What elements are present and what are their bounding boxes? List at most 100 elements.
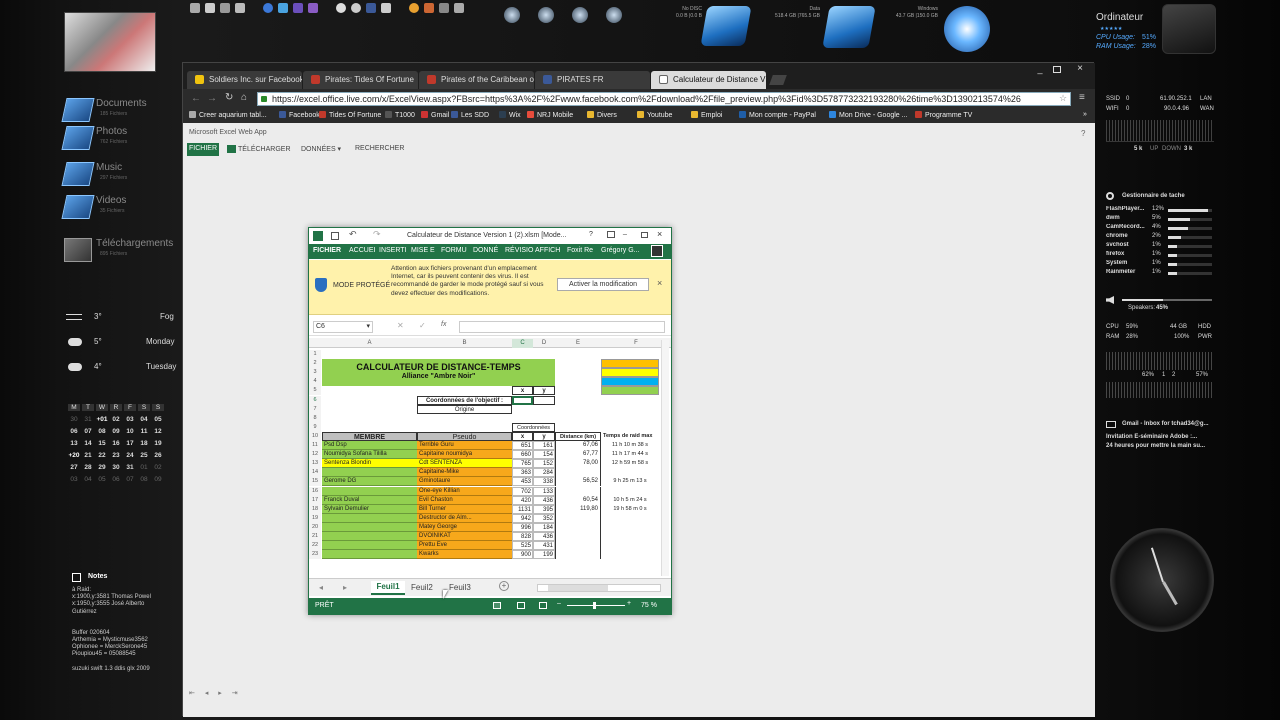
calendar-day[interactable]: 17 <box>124 440 136 447</box>
more-bookmarks-icon[interactable]: » <box>1083 111 1087 118</box>
library-photos[interactable]: Photos 762 Fichiers <box>60 124 178 156</box>
help-icon[interactable]: ? <box>1081 129 1085 138</box>
browser-tab[interactable]: Soldiers Inc. sur Facebook <box>187 71 302 89</box>
raid-time[interactable] <box>601 514 659 523</box>
first-page-icon[interactable]: ⇤ <box>189 690 195 697</box>
calendar-day[interactable]: 22 <box>96 452 108 459</box>
speakers-widget[interactable]: Speakers: 45% <box>1106 296 1214 314</box>
search-button[interactable]: RECHERCHER <box>355 145 404 152</box>
app-icon[interactable] <box>293 3 303 13</box>
maximize-icon[interactable] <box>641 232 648 238</box>
back-icon[interactable]: ← <box>191 93 201 104</box>
pseudo-name[interactable]: Gminotaure <box>417 477 512 487</box>
calendar-day[interactable]: 05 <box>152 416 164 423</box>
pseudo-name[interactable]: One-eye Killian <box>417 486 512 496</box>
normal-view-icon[interactable] <box>493 602 501 609</box>
app-icon[interactable] <box>235 3 245 13</box>
selected-cell-c6[interactable] <box>512 395 533 405</box>
y-value[interactable]: 395 <box>533 504 555 514</box>
launcher-icons[interactable] <box>190 3 470 15</box>
function-icon[interactable]: fx <box>441 321 446 328</box>
distance-value[interactable] <box>555 513 601 523</box>
y-value[interactable]: 436 <box>533 495 555 505</box>
row-header[interactable]: 21 <box>309 532 321 541</box>
calendar-day[interactable]: 06 <box>110 476 122 483</box>
minimize-icon[interactable]: _ <box>623 228 627 235</box>
close-button[interactable]: × <box>1073 63 1087 75</box>
calendar-day[interactable]: 02 <box>110 416 122 423</box>
app-icon[interactable] <box>263 3 273 13</box>
calendar-day[interactable]: +20 <box>68 452 80 459</box>
zoom-slider[interactable] <box>567 602 625 609</box>
calendar-day[interactable]: 11 <box>138 428 150 435</box>
x-value[interactable]: 765 <box>512 459 533 469</box>
computer-icon[interactable] <box>1162 4 1216 54</box>
library-music[interactable]: Music 297 Fichiers <box>60 160 178 192</box>
volume-slider[interactable] <box>1122 299 1212 301</box>
row-header[interactable]: 7 <box>309 404 321 414</box>
row-header[interactable]: 19 <box>309 513 321 523</box>
drive-no-disc[interactable]: No DISC 0.0 B |0.0 B <box>650 6 752 54</box>
horizontal-scrollbar[interactable] <box>537 584 661 592</box>
x-value[interactable]: 702 <box>512 486 533 496</box>
row-header[interactable]: 9 <box>309 422 321 432</box>
calendar-day[interactable]: 29 <box>96 464 108 471</box>
app-icon[interactable] <box>439 3 449 13</box>
row-header[interactable]: 1 <box>309 350 321 359</box>
library-downloads[interactable]: Téléchargements 895 Fichiers <box>60 236 178 268</box>
user-photo[interactable] <box>64 12 156 72</box>
calendar-day[interactable]: 25 <box>138 452 150 459</box>
calendar-day[interactable]: 31 <box>82 416 94 423</box>
raid-time[interactable]: 11 h 17 m 44 s <box>601 450 659 459</box>
calendar-day[interactable]: 31 <box>124 464 136 471</box>
member-name[interactable]: Sylvain Demulier <box>322 504 417 514</box>
member-name[interactable]: Noumidya Sofana Tililla <box>322 450 417 460</box>
calendar-day[interactable]: 30 <box>110 464 122 471</box>
app-icon[interactable] <box>454 3 464 13</box>
dock-icon[interactable] <box>538 7 554 23</box>
ribbon-tab[interactable]: ACCUEI <box>349 247 375 254</box>
member-name[interactable] <box>322 550 417 560</box>
app-icon[interactable] <box>409 3 419 13</box>
app-icon[interactable] <box>205 3 215 13</box>
column-header[interactable]: B <box>417 339 512 348</box>
calendar-day[interactable]: 16 <box>110 440 122 447</box>
x-value[interactable]: 660 <box>512 450 533 460</box>
ribbon-tab[interactable]: MISE E <box>411 247 435 254</box>
facebook-icon[interactable] <box>366 3 376 13</box>
y-value[interactable]: 199 <box>533 550 555 560</box>
distance-value[interactable]: 78,00 <box>555 459 601 469</box>
fichier-tab[interactable]: FICHIER <box>187 143 219 156</box>
x-value[interactable]: 900 <box>512 550 533 560</box>
app-icon[interactable] <box>278 3 288 13</box>
calendar-day[interactable]: 12 <box>152 428 164 435</box>
row-header[interactable]: 10 <box>309 431 321 441</box>
pseudo-name[interactable]: Kwarks <box>417 550 512 560</box>
member-name[interactable]: Sentenza Blondin <box>322 459 417 469</box>
member-name[interactable] <box>322 513 417 523</box>
y-value[interactable]: 436 <box>533 532 555 541</box>
ribbon-tab[interactable]: AFFICH <box>535 247 560 254</box>
ribbon-tab[interactable]: Foxit Re <box>567 247 593 254</box>
y-value[interactable]: 338 <box>533 477 555 487</box>
page-layout-icon[interactable] <box>517 602 525 609</box>
calendar-day[interactable]: 02 <box>152 464 164 471</box>
calendar-day[interactable]: 08 <box>96 428 108 435</box>
row-header[interactable]: 12 <box>309 450 321 460</box>
member-name[interactable] <box>322 532 417 541</box>
ribbon-tab[interactable]: Grégory G... <box>601 247 640 254</box>
row-header[interactable]: 2 <box>309 359 321 369</box>
bookmark[interactable]: Youtube <box>637 111 672 119</box>
pseudo-name[interactable]: Capitaine-Mike <box>417 468 512 478</box>
calendar-day[interactable]: 09 <box>110 428 122 435</box>
calendar-day[interactable]: 18 <box>138 440 150 447</box>
distance-value[interactable]: 56,52 <box>555 477 601 487</box>
y-value[interactable]: 133 <box>533 486 555 496</box>
raid-time[interactable]: 12 h 59 m 58 s <box>601 459 659 468</box>
member-name[interactable]: Psd Dsp <box>322 441 417 450</box>
row-header[interactable]: 16 <box>309 486 321 496</box>
ribbon-tab[interactable]: INSERTI <box>379 247 407 254</box>
row-header[interactable]: 15 <box>309 477 321 487</box>
x-value[interactable]: 651 <box>512 441 533 450</box>
ribbon-tab[interactable]: FICHIER <box>313 247 341 254</box>
